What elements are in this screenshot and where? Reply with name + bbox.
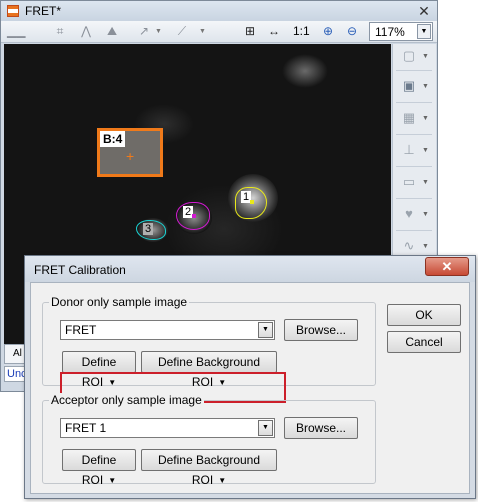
curve-tool-icon[interactable]: ⋀ bbox=[77, 23, 95, 40]
donor-define-roi-button[interactable]: Define ROI ▼ bbox=[62, 351, 136, 389]
chevron-down-icon: ▼ bbox=[218, 476, 227, 485]
donor-browse-button[interactable]: Browse... bbox=[284, 319, 358, 341]
histogram-tool-icon[interactable]: ⛰ bbox=[103, 23, 121, 40]
chevron-down-icon[interactable]: ▼ bbox=[422, 115, 429, 122]
close-icon[interactable]: ✕ bbox=[415, 3, 433, 19]
image-toolbar: ▁▁ ⌗ ⋀ ⛰ ↗ ▼ ⟋ ▼ ⊞ ↔ 1:1 ⊕ ⊖ 117% ▼ bbox=[1, 21, 437, 43]
chevron-down-icon[interactable]: ▼ bbox=[258, 420, 273, 436]
chevron-down-icon[interactable]: ▼ bbox=[422, 83, 429, 90]
acceptor-browse-button[interactable]: Browse... bbox=[284, 417, 358, 439]
acceptor-sample-group: Acceptor only sample image FRET 1 ▼ Brow… bbox=[42, 393, 376, 487]
fret-calibration-dialog: FRET Calibration ✕ Donor only sample ima… bbox=[24, 255, 476, 499]
divider bbox=[396, 230, 432, 231]
background-roi-rectangle[interactable]: B:4 + bbox=[97, 128, 163, 177]
waveform-icon[interactable]: ∿ bbox=[399, 236, 419, 256]
image-settings-icon[interactable]: ⌗ bbox=[51, 23, 69, 40]
roi-marker bbox=[250, 200, 254, 204]
arrow-tool-icon[interactable]: ↗ bbox=[135, 23, 153, 40]
chevron-down-icon[interactable]: ▼ bbox=[422, 53, 429, 60]
fret-window-title: FRET* bbox=[25, 4, 61, 18]
donor-define-background-roi-button[interactable]: Define Background ROI ▼ bbox=[141, 351, 277, 389]
divider bbox=[396, 70, 432, 71]
layer-square-icon[interactable]: ▢ bbox=[399, 46, 419, 66]
line-tool-dropdown-icon[interactable]: ▼ bbox=[199, 23, 207, 40]
close-icon[interactable]: ✕ bbox=[425, 257, 469, 276]
fret-window-titlebar[interactable]: FRET* ✕ bbox=[1, 1, 437, 21]
zoom-level-select[interactable]: 117% ▼ bbox=[369, 22, 433, 41]
scale-bar-icon[interactable]: ⊥ bbox=[399, 140, 419, 160]
divider bbox=[396, 102, 432, 103]
roi-center-marker-icon: + bbox=[126, 148, 135, 164]
cancel-button[interactable]: Cancel bbox=[387, 331, 461, 353]
acceptor-image-value: FRET 1 bbox=[65, 421, 107, 435]
acceptor-define-background-roi-button[interactable]: Define Background ROI ▼ bbox=[141, 449, 277, 487]
zoom-out-icon[interactable]: ⊖ bbox=[343, 23, 361, 40]
donor-image-value: FRET bbox=[65, 323, 97, 337]
roi-marker bbox=[192, 214, 196, 218]
roi-label: 3 bbox=[143, 223, 154, 235]
chevron-down-icon[interactable]: ▼ bbox=[422, 147, 429, 154]
arrow-tool-dropdown-icon[interactable]: ▼ bbox=[155, 23, 163, 40]
acceptor-group-label: Acceptor only sample image bbox=[49, 393, 204, 407]
donor-image-select[interactable]: FRET ▼ bbox=[60, 320, 275, 340]
roi-overlay-icon[interactable]: ▣ bbox=[399, 76, 419, 96]
chevron-down-icon[interactable]: ▼ bbox=[422, 243, 429, 250]
chevron-down-icon[interactable]: ▼ bbox=[422, 179, 429, 186]
annotation-icon[interactable]: ▭ bbox=[399, 172, 419, 192]
chevron-down-icon[interactable]: ▼ bbox=[422, 211, 429, 218]
threshold-tool-icon[interactable]: ▁▁ bbox=[7, 23, 25, 40]
donor-group-label: Donor only sample image bbox=[49, 295, 190, 309]
fit-width-icon[interactable]: ↔ bbox=[265, 23, 283, 40]
fit-to-window-icon[interactable]: ⊞ bbox=[241, 23, 259, 40]
grid-icon[interactable]: ▦ bbox=[399, 108, 419, 128]
chevron-down-icon[interactable]: ▼ bbox=[258, 322, 273, 338]
dialog-title: FRET Calibration bbox=[34, 263, 126, 277]
zoom-level-value: 117% bbox=[375, 25, 405, 39]
acceptor-image-select[interactable]: FRET 1 ▼ bbox=[60, 418, 275, 438]
divider bbox=[396, 134, 432, 135]
chevron-down-icon: ▼ bbox=[108, 476, 117, 485]
dialog-body: Donor only sample image FRET ▼ Browse...… bbox=[30, 282, 470, 494]
chevron-down-icon[interactable]: ▼ bbox=[417, 24, 431, 39]
cell-glow bbox=[282, 54, 328, 88]
acceptor-define-roi-button[interactable]: Define ROI ▼ bbox=[62, 449, 136, 487]
actual-size-button[interactable]: 1:1 bbox=[293, 24, 310, 38]
divider bbox=[396, 198, 432, 199]
divider bbox=[396, 166, 432, 167]
ok-button[interactable]: OK bbox=[387, 304, 461, 326]
zoom-in-icon[interactable]: ⊕ bbox=[319, 23, 337, 40]
line-tool-icon[interactable]: ⟋ bbox=[173, 23, 191, 40]
button-label: Define Background ROI bbox=[157, 453, 261, 487]
app-icon bbox=[7, 5, 19, 17]
heart-shape-icon[interactable]: ♥ bbox=[399, 204, 419, 224]
dialog-titlebar[interactable]: FRET Calibration ✕ bbox=[25, 256, 475, 282]
roi-label: B:4 bbox=[100, 131, 126, 147]
